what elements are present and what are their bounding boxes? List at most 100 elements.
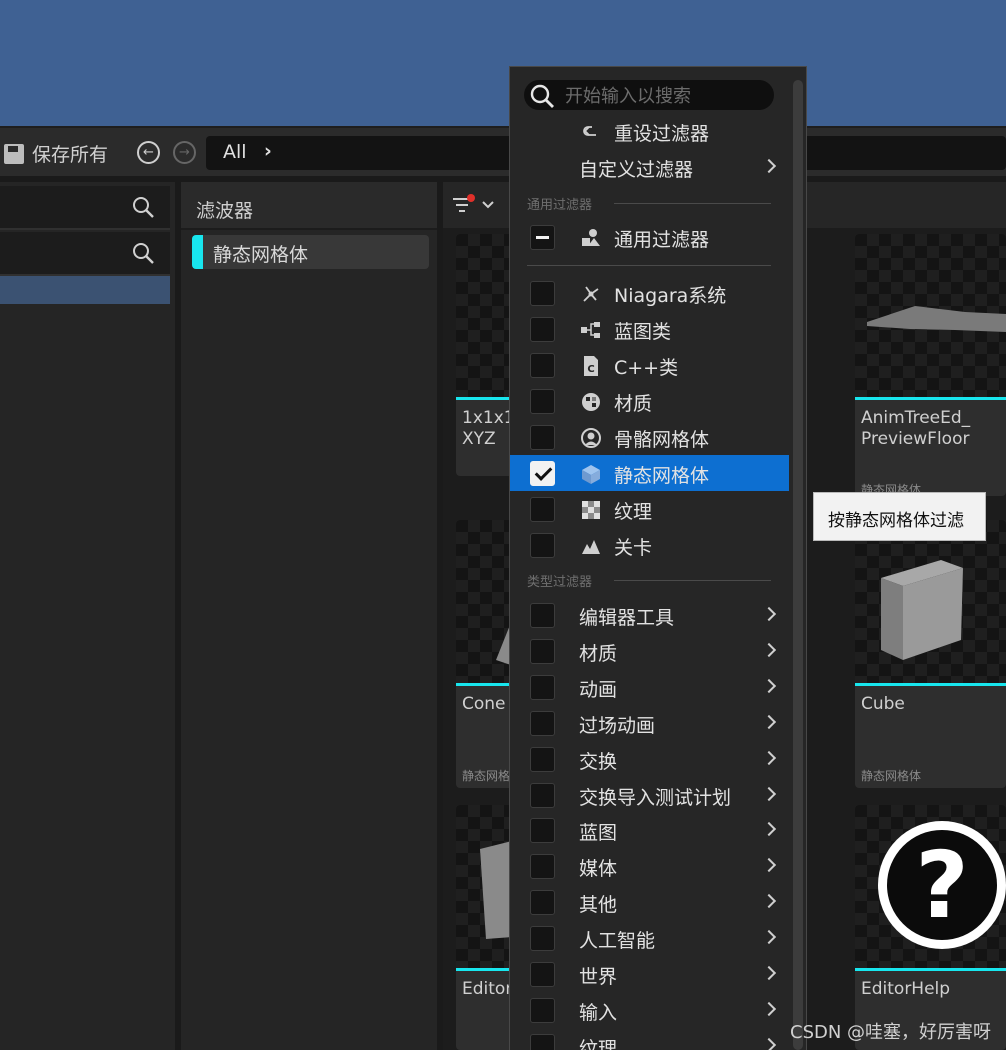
chevron-right-icon	[763, 963, 777, 983]
filter-checkbox[interactable]	[530, 854, 555, 880]
filter-checkbox[interactable]	[530, 281, 555, 306]
chevron-right-icon	[763, 784, 777, 804]
filter-checkbox[interactable]	[530, 353, 555, 378]
forward-arrow-icon[interactable]: →	[173, 141, 196, 164]
search-icon[interactable]	[132, 242, 154, 264]
folder-search-row[interactable]	[0, 232, 170, 276]
filter-item-material[interactable]: 材质	[510, 383, 789, 419]
chevron-right-icon	[763, 927, 777, 947]
filter-checkbox[interactable]	[530, 638, 555, 664]
filter-item-static-mesh[interactable]: 静态网格体	[510, 455, 789, 491]
type-filter-label: 动画	[579, 678, 618, 701]
filter-item-niagara[interactable]: Niagara系统	[510, 275, 789, 311]
texture-icon	[582, 501, 600, 519]
asset-tile[interactable]: ? EditorHelp	[855, 805, 1006, 1050]
niagara-icon	[583, 286, 599, 302]
filter-item-label: 关卡	[614, 537, 653, 559]
common-filters-section-label: 通用过滤器	[527, 198, 593, 213]
search-icon[interactable]	[132, 196, 154, 218]
type-filter-label: 编辑器工具	[579, 607, 675, 629]
chevron-right-icon[interactable]: ›	[264, 140, 272, 162]
type-filter-item[interactable]: 世界	[510, 956, 789, 992]
custom-filters-item[interactable]: 自定义过滤器	[510, 149, 789, 185]
asset-type-bar	[855, 968, 1006, 971]
chevron-right-icon	[763, 855, 777, 875]
type-filter-item[interactable]: 材质	[510, 633, 789, 669]
type-filter-item[interactable]: 输入	[510, 992, 789, 1028]
filter-checkbox[interactable]	[530, 782, 555, 808]
save-all-button[interactable]: 保存所有	[4, 140, 108, 167]
filter-checkbox[interactable]	[530, 461, 555, 486]
filter-checkbox[interactable]	[530, 890, 555, 916]
menu-search-input[interactable]: 开始输入以搜索	[524, 80, 774, 110]
search-icon	[530, 84, 554, 108]
type-filter-label: 输入	[579, 1001, 618, 1024]
filter-checkbox[interactable]	[530, 818, 555, 844]
breadcrumb-all[interactable]: All	[223, 141, 247, 163]
type-filter-item[interactable]: 媒体	[510, 848, 789, 884]
filter-checkbox[interactable]	[530, 317, 555, 342]
filter-dropdown-icon[interactable]	[453, 194, 503, 216]
chevron-right-icon	[763, 604, 777, 624]
type-filter-label: 材质	[579, 642, 618, 665]
filter-checkbox[interactable]	[530, 997, 555, 1023]
type-filter-label: 交换导入测试计划	[579, 786, 732, 809]
type-filter-item[interactable]: 动画	[510, 669, 789, 705]
favorites-search-row[interactable]	[0, 186, 170, 230]
type-filter-label: 过场动画	[579, 714, 656, 737]
common-filters-checkbox[interactable]	[530, 225, 555, 250]
type-filter-item[interactable]: 过场动画	[510, 705, 789, 741]
type-filter-label: 世界	[579, 966, 618, 988]
filters-header: 滤波器	[181, 182, 437, 230]
type-filter-item[interactable]: 蓝图	[510, 812, 789, 848]
level-icon	[582, 540, 600, 554]
divider	[527, 265, 771, 266]
filter-checkbox[interactable]	[530, 746, 555, 772]
asset-tile[interactable]: Cube 静态网格体	[855, 520, 1006, 788]
type-filter-item[interactable]: 交换	[510, 741, 789, 777]
type-filter-item[interactable]: 编辑器工具	[510, 597, 789, 633]
filter-checkbox[interactable]	[530, 710, 555, 736]
filter-item-skeletal-mesh[interactable]: 骨骼网格体	[510, 419, 789, 455]
filter-checkbox[interactable]	[530, 603, 555, 628]
active-filter-label: 静态网格体	[213, 244, 309, 266]
type-filter-item[interactable]: 纹理	[510, 1028, 789, 1050]
save-icon	[4, 143, 24, 164]
filter-item-cpp-file[interactable]: C C++类	[510, 347, 789, 383]
material-icon	[582, 393, 600, 411]
chevron-right-icon	[763, 891, 777, 911]
filter-item-texture[interactable]: 纹理	[510, 491, 789, 527]
menu-scrollbar[interactable]	[793, 80, 803, 1050]
asset-thumbnail	[855, 234, 1006, 397]
reset-filters-item[interactable]: 重设过滤器	[510, 113, 789, 149]
filter-item-label: 纹理	[614, 501, 653, 523]
asset-thumbnail	[855, 520, 1006, 683]
filter-checkbox[interactable]	[530, 425, 555, 450]
common-filters-toggle[interactable]: 通用过滤器	[510, 219, 789, 255]
chevron-right-icon	[763, 999, 777, 1019]
filter-checkbox[interactable]	[530, 674, 555, 700]
asset-type-bar	[855, 683, 1006, 686]
filter-checkbox[interactable]	[530, 389, 555, 414]
static-mesh-icon	[582, 465, 600, 484]
filter-checkbox[interactable]	[530, 1033, 555, 1050]
filter-checkbox[interactable]	[530, 926, 555, 952]
back-arrow-icon[interactable]: ←	[137, 141, 160, 164]
type-filter-item[interactable]: 人工智能	[510, 920, 789, 956]
type-filter-item[interactable]: 交换导入测试计划	[510, 777, 789, 813]
custom-filters-label: 自定义过滤器	[579, 159, 694, 181]
filter-item-level[interactable]: 关卡	[510, 527, 789, 563]
type-filter-item[interactable]: 其他	[510, 884, 789, 920]
asset-tile[interactable]: AnimTreeEd_ PreviewFloor 静态网格体	[855, 234, 1006, 496]
active-filter-chip[interactable]: 静态网格体	[192, 235, 429, 269]
filter-item-blueprint[interactable]: 蓝图类	[510, 311, 789, 347]
selected-folder-row[interactable]	[0, 276, 170, 304]
help-question-icon: ?	[878, 821, 1006, 949]
chevron-right-icon	[763, 712, 777, 732]
asset-name: 1x1x1 XYZ	[462, 408, 515, 449]
asset-thumbnail: ?	[855, 805, 1006, 968]
cpp-file-icon: C	[584, 356, 598, 376]
filter-checkbox[interactable]	[530, 962, 555, 987]
filter-checkbox[interactable]	[530, 497, 555, 522]
filter-checkbox[interactable]	[530, 533, 555, 558]
